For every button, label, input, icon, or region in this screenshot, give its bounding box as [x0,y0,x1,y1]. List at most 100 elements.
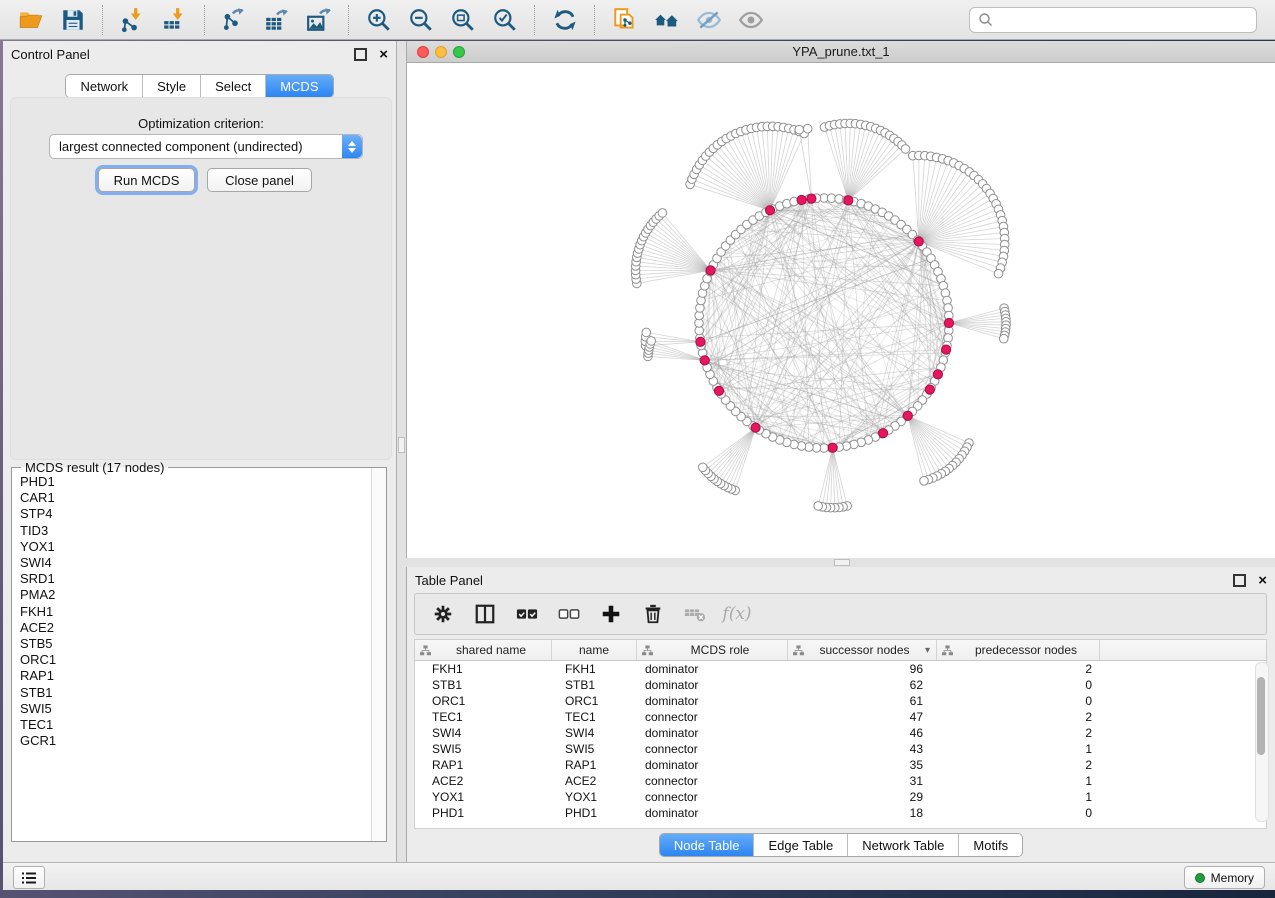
search-input[interactable] [994,9,1256,31]
optimization-criterion-value: largest connected component (undirected) [50,139,342,154]
mcds-node-item[interactable]: SWI4 [12,555,370,571]
mcds-node-item[interactable]: TID3 [12,523,370,539]
mcds-node-item[interactable]: PMA2 [12,587,370,603]
refresh-icon[interactable] [550,5,580,35]
column-header-shared-name[interactable]: shared name [415,640,552,660]
tab-motifs[interactable]: Motifs [959,834,1022,856]
close-panel-button[interactable]: Close panel [207,168,312,192]
table-row[interactable]: ACE2ACE2connector311 [415,773,1266,789]
search-box[interactable] [969,7,1257,33]
network-window-titlebar[interactable]: YPA_prune.txt_1 [407,41,1275,63]
table-scrollbar-thumb[interactable] [1257,677,1265,755]
run-mcds-button[interactable]: Run MCDS [98,168,195,192]
mcds-node-item[interactable]: FKH1 [12,604,370,620]
tab-style[interactable]: Style [143,75,201,97]
deselect-all-rows-icon[interactable] [555,600,583,628]
mcds-node-item[interactable]: RAP1 [12,668,370,684]
mcds-node-item[interactable]: PHD1 [12,474,370,490]
export-network-icon[interactable] [220,5,250,35]
toolbar-separator [534,5,536,35]
mcds-node-item[interactable]: YOX1 [12,539,370,555]
cell-predecessor-nodes: 0 [937,678,1100,692]
mcds-node-item[interactable]: GCR1 [12,733,370,749]
float-window-icon[interactable] [354,48,367,61]
column-header-predecessor-nodes[interactable]: predecessor nodes [937,640,1100,660]
cell-name: PHD1 [552,806,637,820]
mcds-node-item[interactable]: ACE2 [12,620,370,636]
tab-select[interactable]: Select [201,75,266,97]
table-row[interactable]: SWI5SWI5connector431 [415,741,1266,757]
mcds-list-scrollbar[interactable] [371,468,386,841]
tab-network-table[interactable]: Network Table [848,834,959,856]
import-network-icon[interactable] [118,5,148,35]
float-window-icon[interactable] [1233,574,1246,587]
table-row[interactable]: FKH1FKH1dominator962 [415,661,1266,677]
mcds-node-item[interactable]: SWI5 [12,701,370,717]
mcds-node-item[interactable]: ORC1 [12,652,370,668]
network-graph[interactable] [407,63,1275,558]
horizontal-splitter[interactable] [406,558,1275,567]
mcds-node-item[interactable]: CAR1 [12,490,370,506]
mcds-node-item[interactable]: STB5 [12,636,370,652]
zoom-in-icon[interactable] [364,5,394,35]
column-header-name[interactable]: name [552,640,637,660]
table-row[interactable]: ORC1ORC1dominator610 [415,693,1266,709]
save-session-icon[interactable] [58,5,88,35]
mcds-node-item[interactable]: SRD1 [12,571,370,587]
open-file-icon[interactable] [16,5,46,35]
control-panel-title: Control Panel [11,47,90,62]
select-all-rows-icon[interactable] [513,600,541,628]
table-row[interactable]: SWI4SWI4dominator462 [415,725,1266,741]
table-row[interactable]: STB1STB1dominator620 [415,677,1266,693]
toolbar-separator [204,5,206,35]
export-image-icon[interactable] [304,5,334,35]
table-panel-header: Table Panel × [407,567,1275,593]
close-window-icon[interactable]: × [379,50,388,59]
add-column-icon[interactable] [597,600,625,628]
mcds-node-item[interactable]: TEC1 [12,717,370,733]
clone-network-icon[interactable] [610,5,640,35]
vertical-splitter-handle[interactable] [398,437,405,453]
cell-mcds-role: connector [637,742,788,756]
toolbar-separator [102,5,104,35]
cell-mcds-role: dominator [637,678,788,692]
column-header-successor-nodes[interactable]: successor nodes▾ [788,640,937,660]
cell-predecessor-nodes: 2 [937,726,1100,740]
optimization-criterion-select[interactable]: largest connected component (undirected) [49,134,363,159]
task-history-button[interactable] [13,866,45,889]
cell-shared-name: YOX1 [415,790,552,804]
table-settings-gear-icon[interactable] [429,600,457,628]
cell-name: ORC1 [552,694,637,708]
network-window-title: YPA_prune.txt_1 [407,41,1275,62]
zoom-fit-icon[interactable] [448,5,478,35]
horizontal-splitter-handle[interactable] [834,559,850,566]
import-table-icon[interactable] [160,5,190,35]
zoom-selected-icon[interactable] [490,5,520,35]
cell-mcds-role: dominator [637,726,788,740]
toolbar-icon-group [10,5,772,35]
table-row[interactable]: PHD1PHD1dominator180 [415,805,1266,821]
cell-name: YOX1 [552,790,637,804]
show-columns-icon[interactable] [471,600,499,628]
tab-mcds[interactable]: MCDS [266,75,332,97]
status-bar: Memory [3,862,1275,890]
export-table-icon[interactable] [262,5,292,35]
tab-network[interactable]: Network [66,75,143,97]
zoom-out-icon[interactable] [406,5,436,35]
mcds-node-item[interactable]: STP4 [12,506,370,522]
network-canvas[interactable] [407,63,1275,558]
table-row[interactable]: TEC1TEC1connector472 [415,709,1266,725]
table-row[interactable]: YOX1YOX1connector291 [415,789,1266,805]
first-neighbors-icon[interactable] [652,5,682,35]
column-header-mcds-role[interactable]: MCDS role [637,640,788,660]
table-scrollbar[interactable] [1255,662,1269,822]
close-window-icon[interactable]: × [1258,576,1267,585]
mcds-node-item[interactable]: STB1 [12,685,370,701]
vertical-splitter[interactable] [397,41,406,862]
memory-button[interactable]: Memory [1184,866,1265,889]
cell-name: SWI5 [552,742,637,756]
delete-column-icon[interactable] [639,600,667,628]
table-row[interactable]: RAP1RAP1dominator352 [415,757,1266,773]
tab-node-table[interactable]: Node Table [660,834,755,856]
tab-edge-table[interactable]: Edge Table [754,834,848,856]
